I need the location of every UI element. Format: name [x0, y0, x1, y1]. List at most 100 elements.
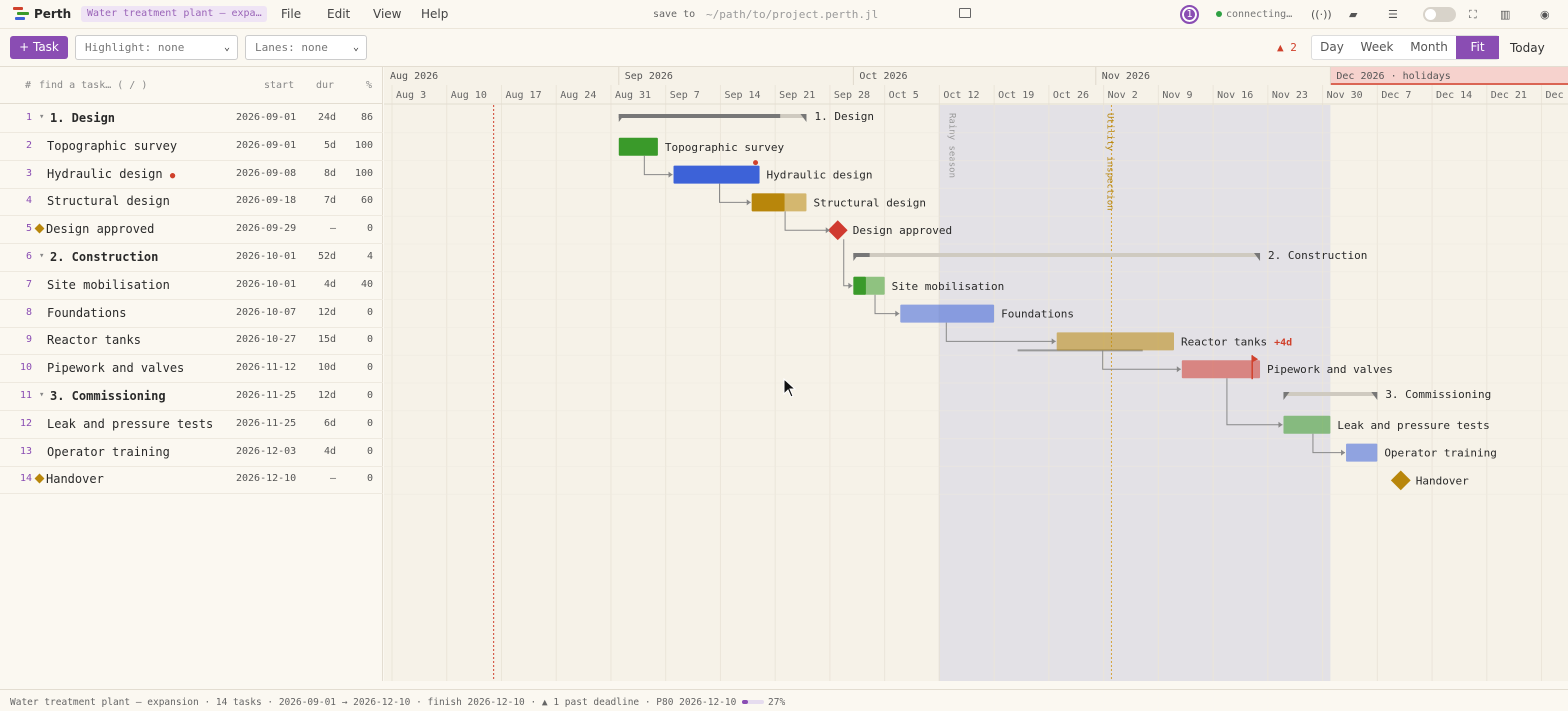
task-percent[interactable]: 0 — [341, 334, 373, 345]
task-name[interactable]: Pipework and valves — [47, 361, 184, 375]
collapse-icon[interactable]: ▾ — [39, 251, 44, 261]
task-duration[interactable]: 7d — [304, 195, 336, 206]
table-row[interactable]: 12 Leak and pressure tests 2026-11-25 6d 0 — [0, 411, 383, 439]
collapse-icon[interactable]: ▾ — [39, 390, 44, 400]
task-start[interactable]: 2026-11-25 — [236, 418, 296, 429]
warnings-badge[interactable]: ▲ 2 — [1277, 41, 1297, 54]
task-start[interactable]: 2026-11-12 — [236, 362, 296, 373]
table-row[interactable]: 5 Design approved 2026-09-29 — 0 — [0, 216, 383, 245]
task-name[interactable]: 2. Construction — [50, 250, 158, 264]
task-duration[interactable]: 15d — [304, 334, 336, 345]
add-task-button[interactable]: + Task — [10, 36, 68, 59]
task-start[interactable]: 2026-09-01 — [236, 140, 296, 151]
task-name[interactable]: Foundations — [47, 306, 126, 320]
task-percent[interactable]: 0 — [341, 390, 373, 401]
broadcast-icon[interactable]: ((·)) — [1311, 8, 1332, 21]
task-start[interactable]: 2026-12-10 — [236, 473, 296, 484]
task-name[interactable]: Structural design — [47, 194, 170, 208]
summary-bar[interactable] — [1283, 392, 1378, 396]
task-name[interactable]: 3. Commissioning — [50, 389, 166, 403]
collapse-icon[interactable]: ▾ — [39, 112, 44, 122]
task-start[interactable]: 2026-11-25 — [236, 390, 296, 401]
task-bar[interactable] — [900, 304, 995, 323]
task-percent[interactable]: 40 — [341, 279, 373, 290]
task-duration[interactable]: 4d — [304, 279, 336, 290]
table-row[interactable]: 1 ▾ 1. Design 2026-09-01 24d 86 — [0, 105, 383, 133]
task-start[interactable]: 2026-09-29 — [236, 223, 296, 234]
table-row[interactable]: 9 Reactor tanks 2026-10-27 15d 0 — [0, 327, 383, 356]
menu-edit[interactable]: Edit — [327, 7, 350, 21]
table-row[interactable]: 8 Foundations 2026-10-07 12d 0 — [0, 300, 383, 328]
task-percent[interactable]: 100 — [341, 168, 373, 179]
table-row[interactable]: 4 Structural design 2026-09-18 7d 60 — [0, 188, 383, 217]
task-name[interactable]: Design approved — [46, 222, 154, 236]
menu-help[interactable]: Help — [421, 7, 448, 21]
view-week-button[interactable]: Week — [1352, 36, 1402, 59]
task-percent[interactable]: 86 — [341, 112, 373, 123]
save-path-field[interactable]: ~/path/to/project.perth.jl — [706, 8, 878, 21]
task-name[interactable]: Topographic survey — [47, 139, 177, 153]
theme-toggle[interactable] — [1423, 7, 1456, 22]
task-search-input[interactable]: find a task… ( / ) — [39, 80, 147, 91]
menu-file[interactable]: File — [281, 7, 301, 21]
highlight-select[interactable]: Highlight: none ⌄ — [75, 35, 238, 60]
task-start[interactable]: 2026-10-01 — [236, 279, 296, 290]
task-start[interactable]: 2026-10-07 — [236, 307, 296, 318]
task-bar[interactable] — [1056, 332, 1174, 351]
table-row[interactable]: 3 Hydraulic design ● 2026-09-08 8d 100 — [0, 161, 383, 189]
task-percent[interactable]: 60 — [341, 195, 373, 206]
task-bar[interactable] — [673, 165, 760, 184]
task-duration[interactable]: — — [304, 473, 336, 484]
task-name[interactable]: Leak and pressure tests — [47, 417, 213, 431]
settings-sliders-icon[interactable]: ☰ — [1388, 8, 1398, 21]
task-name[interactable]: 1. Design — [50, 111, 115, 125]
task-start[interactable]: 2026-09-08 — [236, 168, 296, 179]
summary-bar[interactable] — [853, 253, 1261, 257]
task-percent[interactable]: 0 — [341, 307, 373, 318]
task-bar[interactable] — [618, 137, 658, 156]
folder-icon[interactable] — [959, 8, 971, 18]
gantt-chart[interactable]: Aug 3 Aug 10 Aug 17 Aug 24 Aug 31 Sep 7 Sep 14… — [384, 67, 1568, 681]
task-bar[interactable] — [1181, 360, 1261, 379]
task-duration[interactable]: 8d — [304, 168, 336, 179]
task-duration[interactable]: 12d — [304, 390, 336, 401]
task-duration[interactable]: 24d — [304, 112, 336, 123]
task-name[interactable]: Handover — [46, 472, 104, 486]
project-chip[interactable]: Water treatment plant — expa… — [81, 6, 267, 22]
lanes-select[interactable]: Lanes: none ⌄ — [245, 35, 367, 60]
task-duration[interactable]: 12d — [304, 307, 336, 318]
table-row[interactable]: 7 Site mobilisation 2026-10-01 4d 40 — [0, 272, 383, 300]
task-name[interactable]: Reactor tanks — [47, 333, 141, 347]
task-percent[interactable]: 4 — [341, 251, 373, 262]
comment-icon[interactable]: ▰ — [1349, 8, 1357, 21]
task-percent[interactable]: 100 — [341, 140, 373, 151]
task-name[interactable]: Site mobilisation — [47, 278, 170, 292]
task-duration[interactable]: 5d — [304, 140, 336, 151]
table-row[interactable]: 6 ▾ 2. Construction 2026-10-01 52d 4 — [0, 244, 383, 272]
user-count-badge[interactable]: 1 — [1180, 5, 1199, 24]
task-duration[interactable]: 4d — [304, 446, 336, 457]
task-start[interactable]: 2026-12-03 — [236, 446, 296, 457]
task-start[interactable]: 2026-09-18 — [236, 195, 296, 206]
board-icon[interactable]: ▥ — [1500, 8, 1510, 21]
task-percent[interactable]: 0 — [341, 446, 373, 457]
github-icon[interactable]: ◉ — [1540, 8, 1550, 21]
task-percent[interactable]: 0 — [341, 362, 373, 373]
task-start[interactable]: 2026-10-27 — [236, 334, 296, 345]
task-duration[interactable]: 10d — [304, 362, 336, 373]
task-duration[interactable]: — — [304, 223, 336, 234]
view-day-button[interactable]: Day — [1312, 36, 1352, 59]
task-percent[interactable]: 0 — [341, 223, 373, 234]
task-start[interactable]: 2026-09-01 — [236, 112, 296, 123]
view-fit-button[interactable]: Fit — [1456, 36, 1499, 59]
table-row[interactable]: 10 Pipework and valves 2026-11-12 10d 0 — [0, 355, 383, 384]
menu-view[interactable]: View — [373, 7, 401, 21]
task-bar[interactable] — [1346, 443, 1378, 462]
task-percent[interactable]: 0 — [341, 473, 373, 484]
task-name[interactable]: Operator training — [47, 445, 170, 459]
fullscreen-icon[interactable]: ⛶ — [1469, 8, 1477, 22]
task-duration[interactable]: 52d — [304, 251, 336, 262]
today-button[interactable]: Today — [1510, 41, 1545, 55]
task-start[interactable]: 2026-10-01 — [236, 251, 296, 262]
task-duration[interactable]: 6d — [304, 418, 336, 429]
